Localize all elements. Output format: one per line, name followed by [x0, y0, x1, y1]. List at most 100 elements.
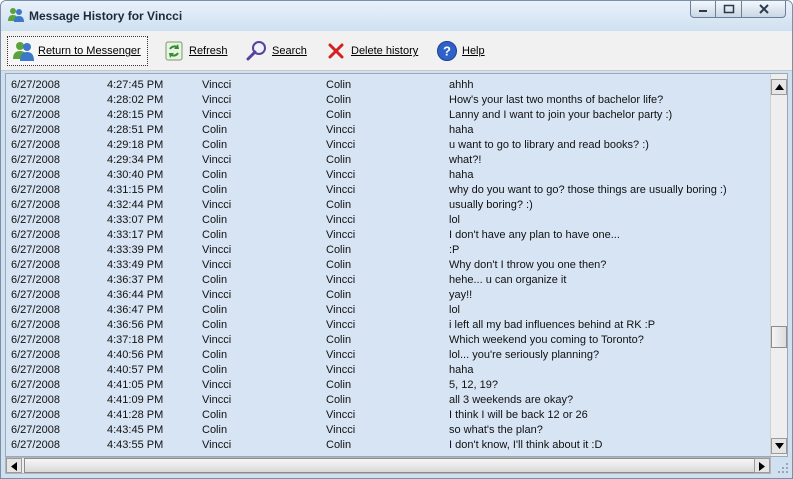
- minimize-button[interactable]: [690, 1, 716, 18]
- from-cell: Colin: [202, 424, 228, 436]
- date-cell: 6/27/2008: [11, 334, 60, 346]
- scroll-right-button[interactable]: [754, 458, 770, 473]
- date-cell: 6/27/2008: [11, 424, 60, 436]
- to-cell: Colin: [326, 79, 352, 91]
- message-history-list[interactable]: 6/27/2008 4:27:45 PM Vincci Colin ahhh 6/27/2…: [5, 73, 788, 457]
- time-cell: 4:33:39 PM: [107, 244, 164, 256]
- message-row[interactable]: 6/27/2008 4:33:07 PM Colin Vincci lol: [6, 213, 770, 228]
- message-cell: I don't know, I'll think about it :D: [449, 439, 603, 451]
- time-cell: 4:32:44 PM: [107, 199, 164, 211]
- message-row[interactable]: 6/27/2008 4:33:39 PM Vincci Colin:P: [6, 243, 770, 258]
- message-row[interactable]: 6/27/2008 4:27:45 PM Vincci Colin ahhh: [6, 78, 770, 93]
- message-row[interactable]: 6/27/2008 4:41:09 PM Vincci Colin all 3 week…: [6, 393, 770, 408]
- search-button[interactable]: Search: [242, 36, 311, 66]
- date-cell: 6/27/2008: [11, 274, 60, 286]
- message-cell: ahhh: [449, 79, 474, 91]
- magnifier-icon: [246, 41, 266, 61]
- date-cell: 6/27/2008: [11, 409, 60, 421]
- refresh-button[interactable]: Refresh: [159, 36, 232, 66]
- message-row[interactable]: 6/27/2008 4:43:55 PM Vincci Colin I don't kn…: [6, 438, 770, 453]
- message-row[interactable]: 6/27/2008 4:33:49 PM Vincci Colin Why don't …: [6, 258, 770, 273]
- from-cell: Colin: [202, 274, 228, 286]
- return-to-messenger-label: Return to Messenger: [38, 45, 141, 57]
- red-x-icon: [328, 43, 344, 59]
- message-row[interactable]: 6/27/2008 4:31:15 PM Colin Vincci why do you…: [6, 183, 770, 198]
- maximize-button[interactable]: [716, 1, 742, 18]
- help-button[interactable]: ? Help: [432, 36, 489, 66]
- horizontal-scrollbar[interactable]: [5, 457, 771, 474]
- toolbar: Return to Messenger Refresh Search Delet…: [1, 31, 792, 71]
- search-label: Search: [272, 45, 307, 57]
- message-row[interactable]: 6/27/2008 4:41:28 PM Colin Vincci I think I …: [6, 408, 770, 423]
- message-cell: haha: [449, 169, 474, 181]
- help-label: Help: [462, 45, 485, 57]
- vertical-scrollbar[interactable]: [770, 74, 787, 456]
- message-cell: what?!: [449, 154, 482, 166]
- to-cell: Vincci: [326, 169, 356, 181]
- title-bar[interactable]: Message History for Vincci: [1, 1, 792, 31]
- time-cell: 4:29:34 PM: [107, 154, 164, 166]
- message-row[interactable]: 6/27/2008 4:36:56 PM Colin Vincci i left all…: [6, 318, 770, 333]
- message-row[interactable]: 6/27/2008 4:43:45 PM Colin Vincci so what's …: [6, 423, 770, 438]
- message-cell: 5, 12, 19?: [449, 379, 498, 391]
- delete-history-button[interactable]: Delete history: [321, 36, 422, 66]
- from-cell: Vincci: [202, 289, 232, 301]
- message-row[interactable]: 6/27/2008 4:36:47 PM Colin Vincci lol: [6, 303, 770, 318]
- arrow-right-icon: [759, 462, 765, 471]
- time-cell: 4:36:44 PM: [107, 289, 164, 301]
- message-row[interactable]: 6/27/2008 4:28:02 PM Vincci Colin How's your…: [6, 93, 770, 108]
- message-cell: :P: [449, 244, 460, 256]
- scroll-left-button[interactable]: [6, 458, 22, 473]
- to-cell: Colin: [326, 439, 352, 451]
- message-row[interactable]: 6/27/2008 4:33:17 PM Colin Vincci I don't ha…: [6, 228, 770, 243]
- message-row[interactable]: 6/27/2008 4:30:40 PM Colin Vincci haha: [6, 168, 770, 183]
- time-cell: 4:28:15 PM: [107, 109, 164, 121]
- close-button[interactable]: [742, 1, 786, 18]
- message-row[interactable]: 6/27/2008 4:37:18 PM Vincci Colin Which week…: [6, 333, 770, 348]
- arrow-left-icon: [11, 462, 17, 471]
- to-cell: Colin: [326, 199, 352, 211]
- horizontal-scroll-thumb[interactable]: [24, 458, 759, 473]
- message-row[interactable]: 6/27/2008 4:41:05 PM Vincci Colin 5, 12, 19?: [6, 378, 770, 393]
- message-row[interactable]: 6/27/2008 4:40:56 PM Colin Vincci lol... you…: [6, 348, 770, 363]
- message-history-window: Message History for Vincci Return to Mes…: [0, 0, 793, 479]
- message-row[interactable]: 6/27/2008 4:29:34 PM Vincci Colin what?!: [6, 153, 770, 168]
- message-cell: hehe... u can organize it: [449, 274, 567, 286]
- to-cell: Vincci: [326, 214, 356, 226]
- message-row[interactable]: 6/27/2008 4:36:37 PM Colin Vincci hehe... u …: [6, 273, 770, 288]
- message-row[interactable]: 6/27/2008 4:29:18 PM Colin Vincci u want to …: [6, 138, 770, 153]
- message-row[interactable]: 6/27/2008 4:32:44 PM Vincci Colin usually bo…: [6, 198, 770, 213]
- date-cell: 6/27/2008: [11, 79, 60, 91]
- message-cell: so what's the plan?: [449, 424, 543, 436]
- message-cell: why do you want to go? those things are …: [449, 184, 727, 196]
- from-cell: Vincci: [202, 154, 232, 166]
- message-cell: I think I will be back 12 or 26: [449, 409, 588, 421]
- from-cell: Vincci: [202, 94, 232, 106]
- resize-grip-icon[interactable]: [776, 461, 790, 475]
- time-cell: 4:41:05 PM: [107, 379, 164, 391]
- time-cell: 4:41:09 PM: [107, 394, 164, 406]
- message-row[interactable]: 6/27/2008 4:28:15 PM Vincci Colin Lanny and …: [6, 108, 770, 123]
- message-cell: usually boring? :): [449, 199, 533, 211]
- maximize-icon: [723, 4, 734, 14]
- to-cell: Colin: [326, 259, 352, 271]
- arrow-up-icon: [775, 84, 784, 90]
- from-cell: Vincci: [202, 109, 232, 121]
- message-cell: lol: [449, 304, 461, 316]
- message-row[interactable]: 6/27/2008 4:28:51 PM Colin Vincci haha: [6, 123, 770, 138]
- close-icon: [758, 4, 769, 14]
- message-row[interactable]: 6/27/2008 4:40:57 PM Colin Vincci haha: [6, 363, 770, 378]
- message-row[interactable]: 6/27/2008 4:36:44 PM Vincci Colin yay!!: [6, 288, 770, 303]
- scroll-up-button[interactable]: [771, 79, 787, 95]
- message-cell: How's your last two months of bachelor l…: [449, 94, 664, 106]
- to-cell: Vincci: [326, 304, 356, 316]
- vertical-scroll-thumb[interactable]: [771, 326, 787, 348]
- message-rows: 6/27/2008 4:27:45 PM Vincci Colin ahhh 6/27/2…: [6, 78, 770, 453]
- from-cell: Vincci: [202, 439, 232, 451]
- message-cell: lol... you're seriously planning?: [449, 349, 600, 361]
- return-to-messenger-button[interactable]: Return to Messenger: [7, 36, 148, 66]
- to-cell: Colin: [326, 289, 352, 301]
- to-cell: Vincci: [326, 139, 356, 151]
- window-controls: [690, 1, 786, 18]
- scroll-down-button[interactable]: [771, 438, 787, 454]
